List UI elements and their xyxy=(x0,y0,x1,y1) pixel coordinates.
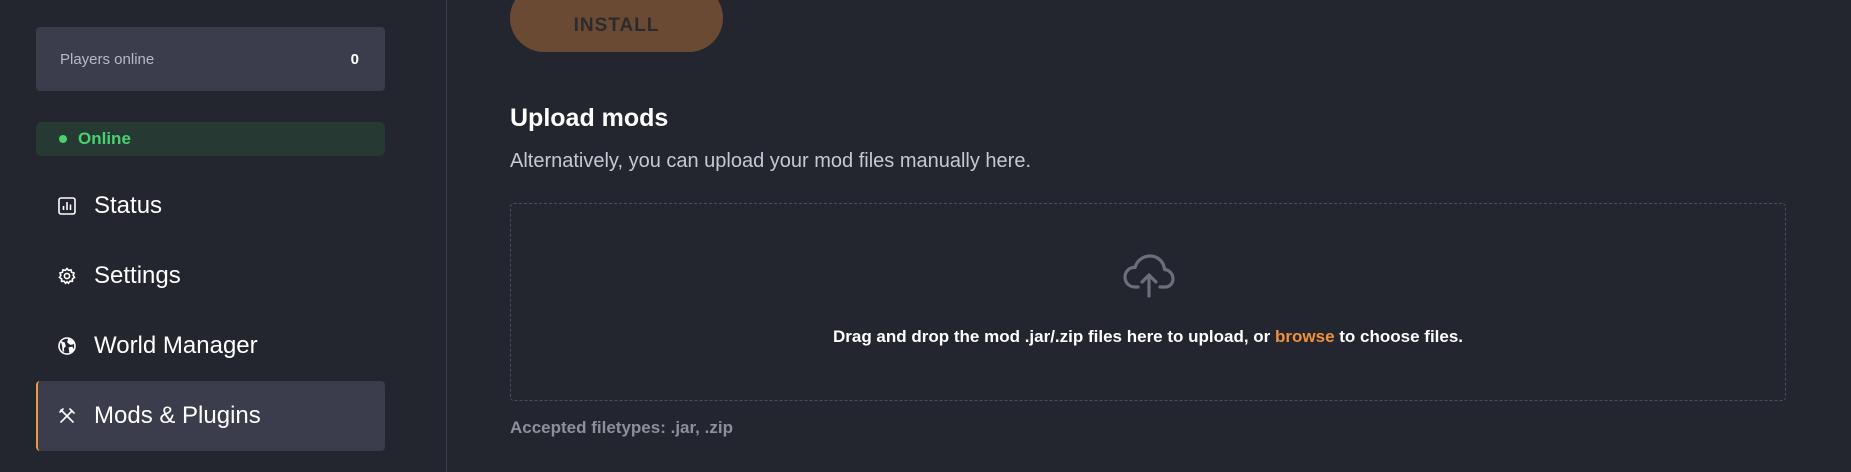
status-dot-icon xyxy=(59,135,67,143)
main-content: INSTALL Upload mods Alternatively, you c… xyxy=(448,0,1851,472)
tools-icon xyxy=(56,405,78,427)
accepted-filetypes: Accepted filetypes: .jar, .zip xyxy=(510,418,733,437)
dropzone-instructions: Drag and drop the mod .jar/.zip files he… xyxy=(511,327,1785,347)
players-online-label: Players online xyxy=(60,50,155,68)
dropzone-text-after: to choose files. xyxy=(1334,327,1464,346)
file-dropzone[interactable]: Drag and drop the mod .jar/.zip files he… xyxy=(510,203,1786,401)
bar-chart-icon xyxy=(56,195,78,217)
players-online-card: Players online 0 xyxy=(36,27,385,91)
server-status-label: Online xyxy=(78,129,131,148)
upload-mods-description: Alternatively, you can upload your mod f… xyxy=(510,150,1032,172)
sidebar-item-label: World Manager xyxy=(94,332,258,359)
sidebar-item-label: Status xyxy=(94,192,163,219)
install-button[interactable]: INSTALL xyxy=(510,0,723,52)
gear-icon xyxy=(56,265,78,287)
sidebar: Players online 0 Online Status Settings xyxy=(0,0,447,472)
server-status-badge: Online xyxy=(36,122,385,156)
globe-icon xyxy=(56,335,78,357)
browse-link[interactable]: browse xyxy=(1275,327,1335,346)
cloud-upload-icon xyxy=(1123,254,1175,298)
sidebar-item-label: Mods & Plugins xyxy=(94,402,261,429)
sidebar-item-world-manager[interactable]: World Manager xyxy=(36,311,385,381)
sidebar-item-label: Settings xyxy=(94,262,181,289)
sidebar-item-status[interactable]: Status xyxy=(36,171,385,241)
sidebar-item-mods-plugins[interactable]: Mods & Plugins xyxy=(36,381,385,451)
sidebar-item-settings[interactable]: Settings xyxy=(36,241,385,311)
upload-mods-title: Upload mods xyxy=(510,104,669,132)
dropzone-text-before: Drag and drop the mod .jar/.zip files he… xyxy=(832,327,1276,346)
players-online-count: 0 xyxy=(350,50,359,68)
